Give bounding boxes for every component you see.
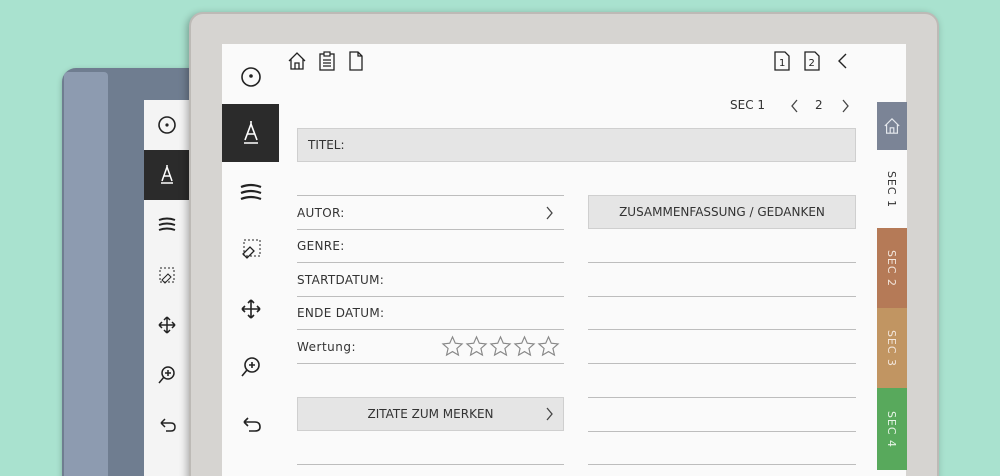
move-icon <box>240 299 261 319</box>
back-move-tool[interactable] <box>144 300 190 350</box>
back-toolbar <box>144 100 190 450</box>
page-2-icon: 2 <box>804 51 820 71</box>
selector-icon <box>240 67 261 87</box>
back-highlighter-tool[interactable] <box>144 200 190 250</box>
tab-label: SEC 1 <box>885 170 899 208</box>
home-icon <box>884 117 900 134</box>
summary-line <box>588 397 856 398</box>
move-icon <box>158 316 176 334</box>
tab-sec-4[interactable]: SEC 4 <box>877 388 907 470</box>
back-undo-tool[interactable] <box>144 400 190 450</box>
back-device-bezel <box>64 72 108 476</box>
highlighter-icon <box>240 183 261 201</box>
start-date-label: STARTDATUM: <box>297 273 385 287</box>
divider <box>297 296 564 297</box>
star-icon[interactable] <box>537 335 560 358</box>
prev-page-button[interactable] <box>784 95 806 117</box>
move-tool[interactable] <box>222 280 279 338</box>
divider <box>297 195 564 196</box>
back-eraser-tool[interactable] <box>144 250 190 300</box>
star-icon[interactable] <box>465 335 488 358</box>
svg-text:2: 2 <box>809 58 815 69</box>
eraser-tool[interactable] <box>222 220 279 278</box>
summary-line <box>588 329 856 330</box>
undo-icon <box>160 418 176 432</box>
tab-home[interactable] <box>877 102 907 150</box>
page-button[interactable] <box>345 50 367 72</box>
pen-icon <box>161 165 173 184</box>
end-date-label: ENDE DATUM: <box>297 306 385 320</box>
divider <box>297 363 564 364</box>
quotes-chevron <box>538 403 560 425</box>
summary-line <box>588 363 856 364</box>
summary-line <box>588 431 856 432</box>
section-label: SEC 1 <box>730 98 766 112</box>
tab-label: SEC 4 <box>885 410 899 448</box>
summary-line <box>588 464 856 465</box>
tab-label: SEC 3 <box>885 329 899 367</box>
tab-sec-1[interactable]: SEC 1 <box>877 150 907 228</box>
divider <box>297 229 564 230</box>
undo-icon <box>242 417 261 432</box>
selector-icon <box>158 116 176 134</box>
home-button[interactable] <box>286 50 308 72</box>
selector-tool[interactable] <box>222 48 279 106</box>
svg-text:1: 1 <box>779 58 785 69</box>
tab-sec-2[interactable]: SEC 2 <box>877 228 907 308</box>
author-expand-button[interactable] <box>538 202 560 224</box>
page-2-button[interactable]: 2 <box>801 50 823 72</box>
divider <box>297 329 564 330</box>
title-field[interactable]: TITEL: <box>297 128 856 162</box>
chevron-right-icon <box>546 407 553 421</box>
star-icon[interactable] <box>489 335 512 358</box>
page-1-icon: 1 <box>774 51 790 71</box>
tab-label: SEC 2 <box>885 249 899 287</box>
eraser-icon <box>241 239 260 259</box>
quotes-button[interactable]: ZITATE ZUM MERKEN <box>297 397 564 431</box>
divider <box>297 262 564 263</box>
undo-tool[interactable] <box>222 396 279 454</box>
chevron-left-icon <box>791 99 798 113</box>
star-icon[interactable] <box>441 335 464 358</box>
page-icon <box>349 51 363 71</box>
author-label: AUTOR: <box>297 206 345 220</box>
chevron-right-icon <box>842 99 849 113</box>
toolbar <box>222 44 279 476</box>
summary-button[interactable]: ZUSAMMENFASSUNG / GEDANKEN <box>588 195 856 229</box>
home-icon <box>288 52 306 70</box>
quotes-label: ZITATE ZUM MERKEN <box>367 407 494 421</box>
back-pen-tool[interactable] <box>144 150 190 200</box>
page-number: 2 <box>815 98 823 112</box>
eraser-icon <box>159 267 175 284</box>
divider <box>297 464 564 465</box>
highlighter-tool[interactable] <box>222 164 279 222</box>
summary-line <box>588 262 856 263</box>
highlighter-icon <box>158 217 176 231</box>
rating-label: Wertung: <box>297 340 357 354</box>
summary-line <box>588 296 856 297</box>
clipboard-button[interactable] <box>316 50 338 72</box>
back-selector-tool[interactable] <box>144 100 190 150</box>
zoom-tool[interactable] <box>222 338 279 396</box>
tab-sec-3[interactable]: SEC 3 <box>877 308 907 388</box>
back-zoom-tool[interactable] <box>144 350 190 400</box>
summary-label: ZUSAMMENFASSUNG / GEDANKEN <box>619 205 825 219</box>
page-1-button[interactable]: 1 <box>771 50 793 72</box>
pen-tool[interactable] <box>222 104 279 162</box>
chevron-right-icon <box>546 206 553 220</box>
chevron-left-icon <box>838 53 847 69</box>
zoom-icon <box>240 357 260 377</box>
title-label: TITEL: <box>308 138 345 152</box>
star-icon[interactable] <box>513 335 536 358</box>
rating-stars[interactable] <box>441 335 560 358</box>
back-button[interactable] <box>832 50 854 72</box>
pen-icon <box>243 121 258 144</box>
clipboard-icon <box>319 51 335 71</box>
zoom-icon <box>158 366 175 384</box>
next-page-button[interactable] <box>834 95 856 117</box>
genre-label: GENRE: <box>297 239 345 253</box>
